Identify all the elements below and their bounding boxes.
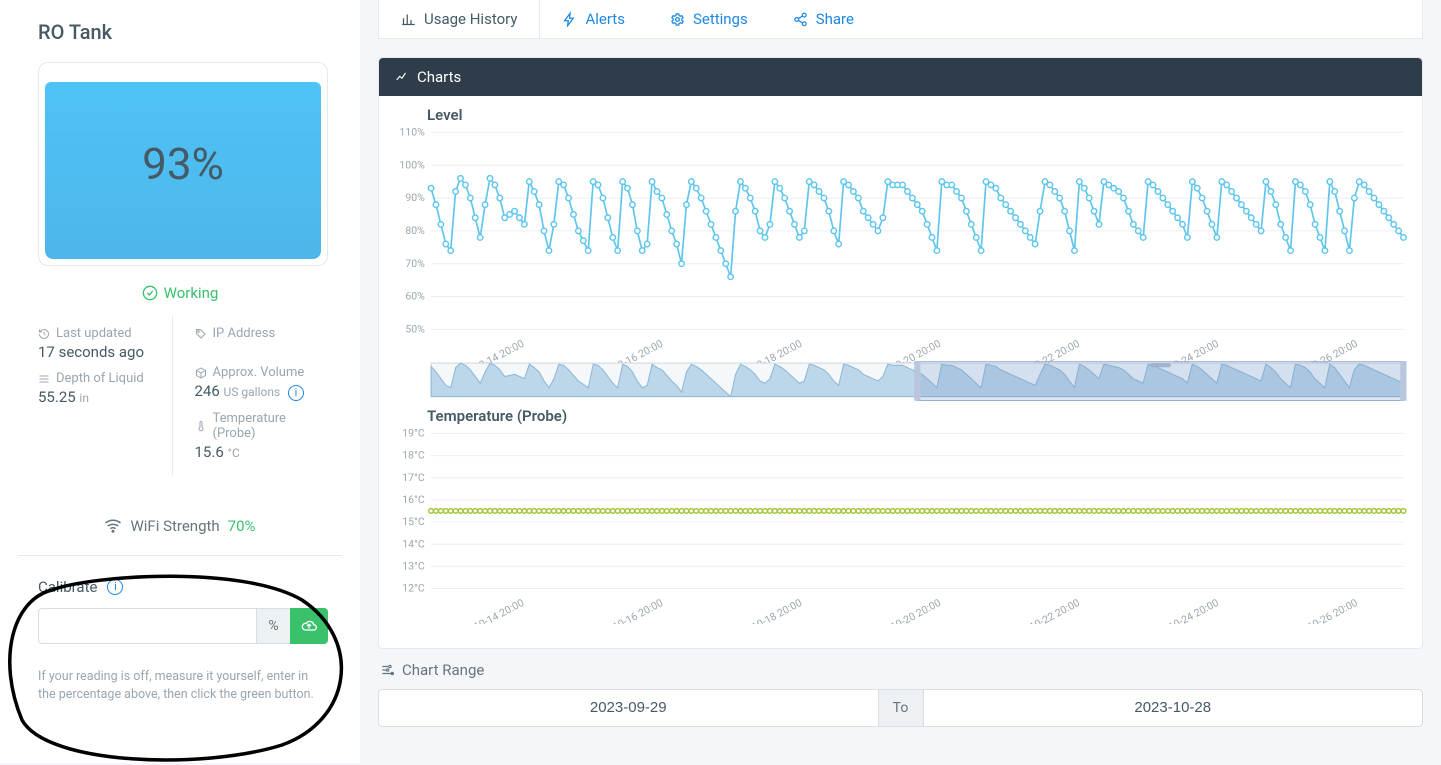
svg-text:18°C: 18°C — [402, 449, 425, 462]
svg-text:12°C: 12°C — [402, 581, 425, 594]
svg-text:110%: 110% — [399, 126, 425, 139]
stat-ip-label: IP Address — [195, 326, 329, 341]
stat-last-updated-label: Last updated — [38, 326, 172, 341]
svg-text:19°C: 19°C — [402, 426, 425, 439]
svg-text:100%: 100% — [399, 158, 425, 171]
share-icon — [793, 12, 808, 27]
tank-gauge: 93% — [38, 62, 328, 266]
calibrate-info-icon[interactable]: i — [107, 579, 123, 595]
status-badge: Working — [0, 276, 360, 316]
chart-range-label: Chart Range — [380, 661, 1423, 679]
charts-panel-header: Charts — [379, 58, 1422, 96]
stat-temp-label: Temperature (Probe) — [195, 411, 329, 441]
stat-ip-value — [195, 343, 329, 361]
stat-volume-label: Approx. Volume — [195, 365, 329, 380]
chart-level[interactable]: 110%100%90%80%70%60%50%10-14 20:0010-16 … — [387, 124, 1414, 365]
svg-text:17°C: 17°C — [402, 471, 425, 484]
tab-usage-history[interactable]: Usage History — [379, 0, 540, 38]
svg-text:10-20 20:00: 10-20 20:00 — [888, 596, 943, 624]
svg-text:10-14 20:00: 10-14 20:00 — [471, 596, 526, 624]
chart-level-title: Level — [387, 100, 1414, 124]
stat-temp-value: 15.6 °C — [195, 443, 329, 461]
chart-range-row: To — [378, 689, 1423, 727]
svg-text:10-24 20:00: 10-24 20:00 — [1166, 596, 1221, 624]
gear-icon — [670, 12, 685, 27]
tank-title: RO Tank — [0, 20, 360, 62]
bar-chart-icon — [401, 12, 416, 27]
calibrate-help: If your reading is off, measure it yours… — [38, 668, 328, 706]
svg-text:13°C: 13°C — [402, 559, 425, 572]
chart-temperature[interactable]: 19°C 18°C 17°C 16°C 15°C 14°C 13°C 12°C 10-14 20… — [387, 425, 1414, 624]
stat-volume-value: 246 US gallons i — [195, 382, 329, 401]
tab-bar: Usage History Alerts Settings Share — [378, 0, 1423, 39]
calibrate-section: Calibrate i % If your reading is off, me… — [0, 556, 360, 706]
svg-text:10-16 20:00: 10-16 20:00 — [610, 596, 665, 624]
history-icon — [38, 328, 50, 340]
svg-text:90%: 90% — [405, 191, 425, 204]
svg-text:10-26 20:00: 10-26 20:00 — [1305, 596, 1360, 624]
wifi-strength: WiFi Strength 70% — [0, 475, 360, 549]
calibrate-percent-addon: % — [256, 608, 290, 644]
thermometer-icon — [195, 420, 207, 432]
stats: Last updated 17 seconds ago Depth of Liq… — [0, 316, 360, 475]
calibrate-title: Calibrate i — [38, 578, 328, 596]
layers-icon — [38, 373, 50, 385]
main-content: Usage History Alerts Settings Share Char… — [360, 0, 1441, 763]
charts-panel: Charts Level 110% 100% 90% 80% 70% 60% 50% 10-1… — [378, 57, 1423, 649]
chart-range-to-label: To — [879, 689, 923, 727]
svg-text:16°C: 16°C — [402, 493, 425, 506]
line-chart-icon — [395, 70, 409, 84]
tab-alerts[interactable]: Alerts — [540, 0, 648, 38]
stat-depth-label: Depth of Liquid — [38, 371, 172, 386]
status-label: Working — [164, 284, 219, 302]
cloud-upload-icon — [301, 618, 317, 634]
wifi-icon — [104, 517, 122, 535]
tab-share[interactable]: Share — [771, 0, 877, 38]
chart-range-to[interactable] — [923, 689, 1424, 727]
svg-text:10-22 20:00: 10-22 20:00 — [1027, 596, 1082, 624]
bolt-icon — [562, 12, 577, 27]
volume-info-icon[interactable]: i — [288, 385, 304, 401]
stat-depth-value: 55.25 in — [38, 388, 172, 406]
chart-range-from[interactable] — [378, 689, 879, 727]
chart-temp-title: Temperature (Probe) — [387, 401, 1414, 425]
calibrate-input[interactable] — [38, 608, 256, 644]
tag-icon — [195, 328, 207, 340]
tank-gauge-percent: 93% — [45, 69, 321, 259]
svg-text:50%: 50% — [405, 323, 425, 336]
svg-text:14°C: 14°C — [402, 537, 425, 550]
svg-text:60%: 60% — [405, 290, 425, 303]
sliders-icon — [380, 663, 394, 677]
tab-settings[interactable]: Settings — [648, 0, 771, 38]
sidebar: RO Tank 93% Working Last updated 17 seco… — [0, 0, 360, 763]
chart-navigator[interactable] — [387, 361, 1414, 401]
calibrate-submit-button[interactable] — [290, 608, 328, 644]
svg-text:10-18 20:00: 10-18 20:00 — [749, 596, 804, 624]
stat-last-updated-value: 17 seconds ago — [38, 343, 172, 361]
svg-text:15°C: 15°C — [402, 515, 425, 528]
cube-icon — [195, 367, 207, 379]
check-circle-icon — [142, 285, 158, 301]
svg-text:70%: 70% — [405, 257, 425, 270]
svg-text:80%: 80% — [405, 224, 425, 237]
